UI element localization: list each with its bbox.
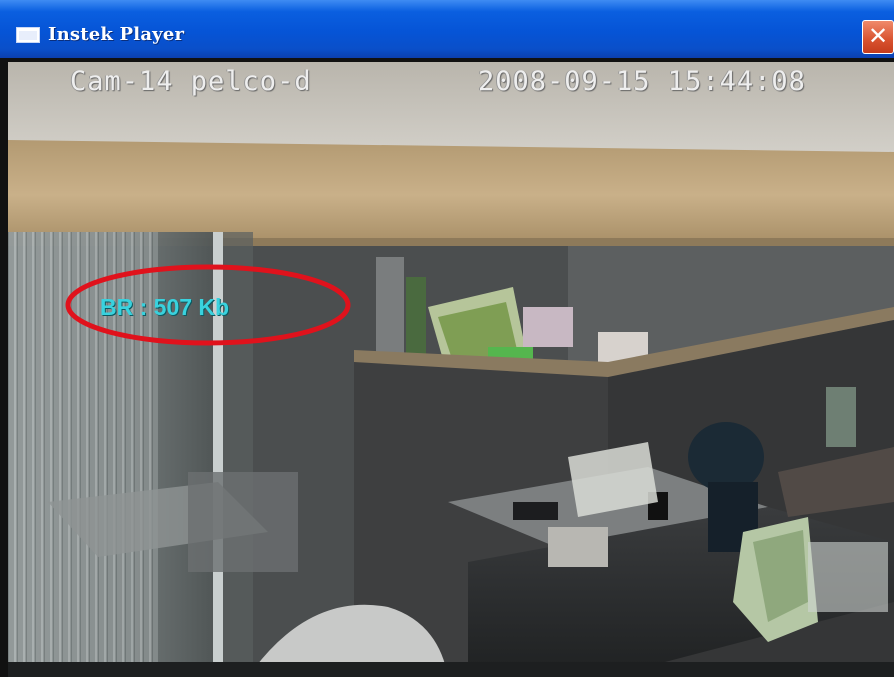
title-bar[interactable]: Instek Player ✕ — [0, 0, 894, 58]
bitrate-readout: BR : 507 Kb — [100, 294, 230, 320]
osd-timestamp: 2008-09-15 15:44:08 — [478, 66, 806, 97]
osd-camera-label: Cam-14 pelco-d — [70, 66, 312, 97]
app-window-icon — [16, 27, 40, 43]
player-window: Instek Player ✕ Cam-14 pelco-d 2008-09-1… — [0, 0, 894, 677]
close-button[interactable]: ✕ — [862, 20, 894, 54]
camera-scene — [8, 62, 894, 677]
close-icon: ✕ — [867, 22, 889, 50]
video-viewport[interactable]: Cam-14 pelco-d 2008-09-15 15:44:08 BR : … — [8, 62, 894, 677]
window-title: Instek Player — [48, 24, 185, 45]
